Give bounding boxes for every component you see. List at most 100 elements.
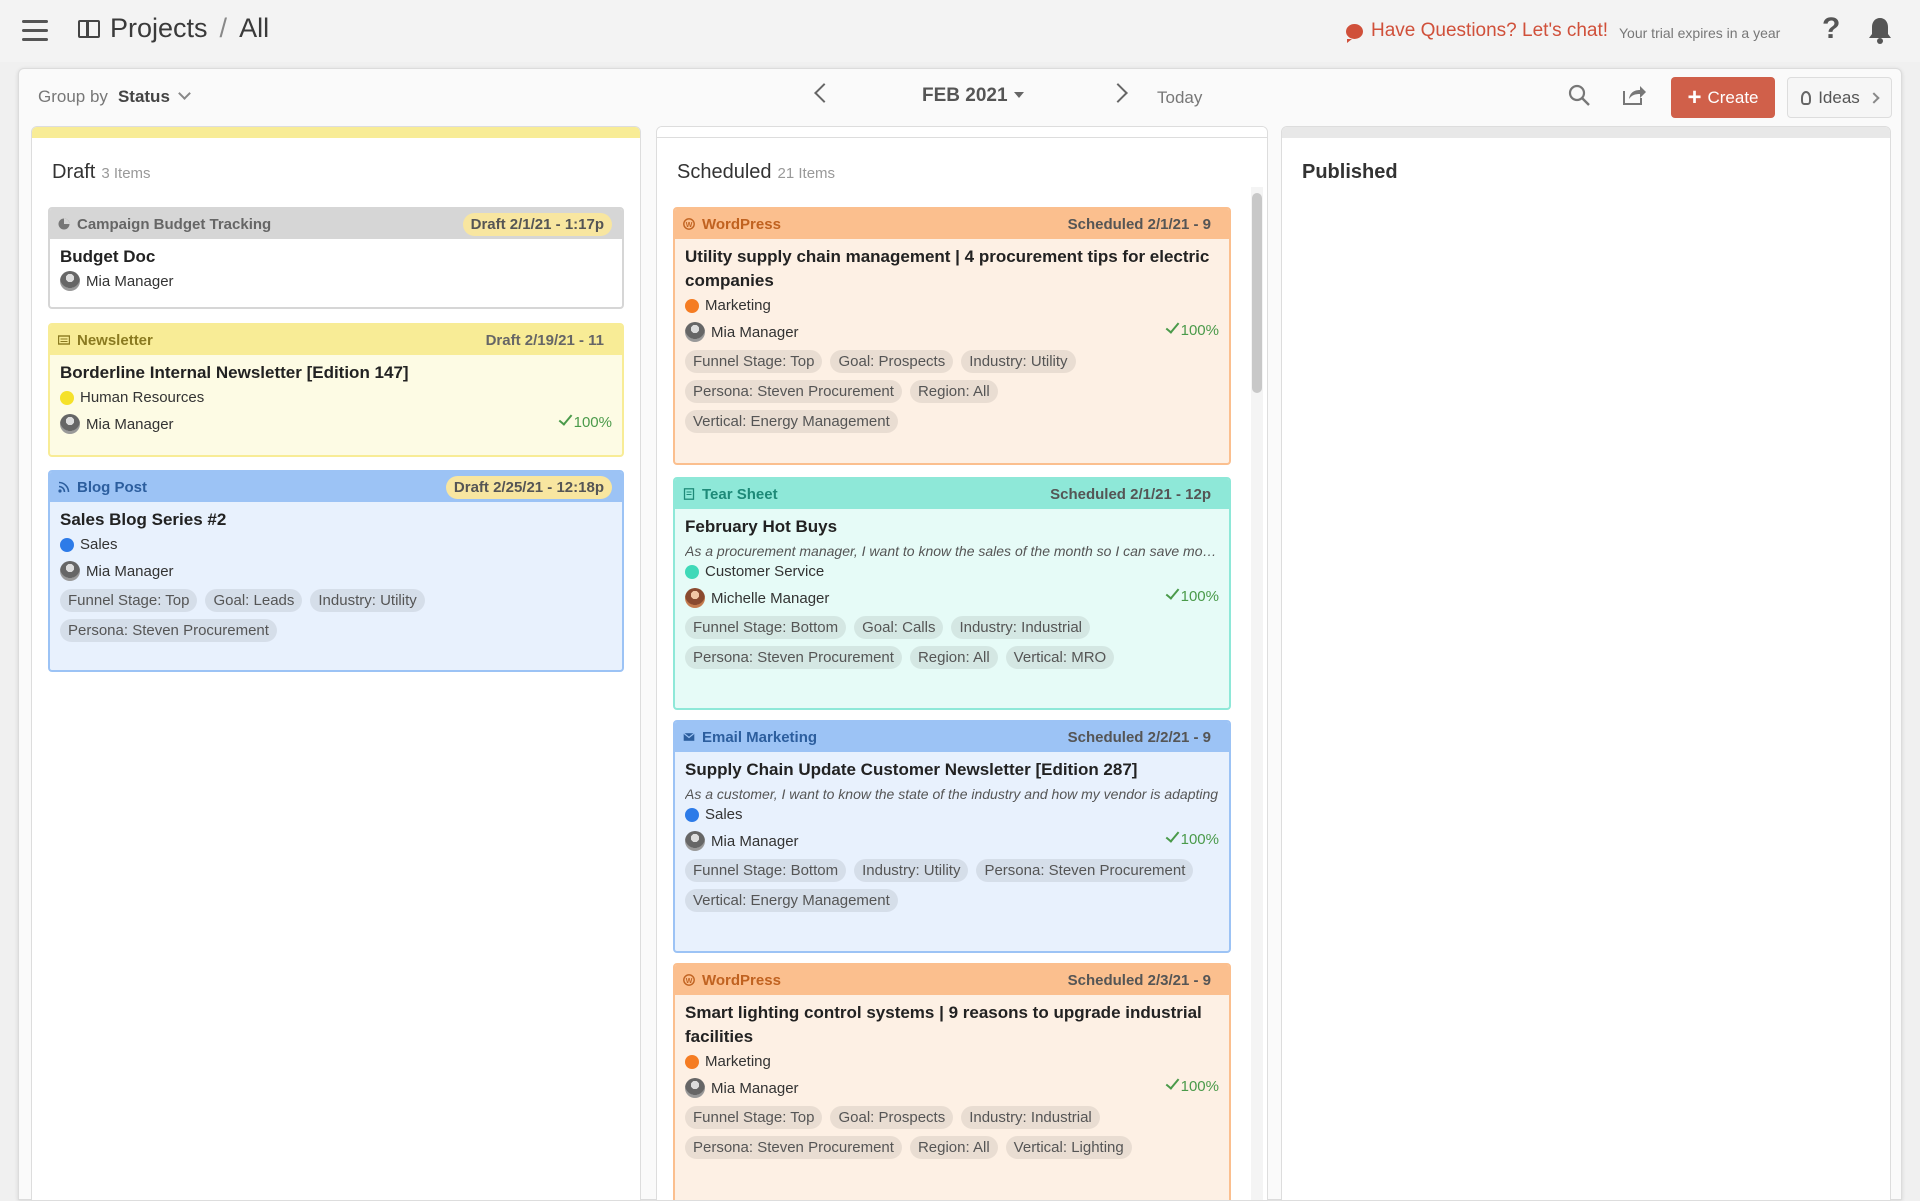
- card-newsletter[interactable]: Newsletter Draft 2/19/21 - 11 Borderline…: [48, 323, 624, 457]
- column-scheduled-title: Scheduled: [677, 161, 772, 183]
- card-type: Newsletter: [77, 331, 153, 349]
- card-title[interactable]: Budget Doc: [60, 245, 612, 269]
- today-button[interactable]: Today: [1157, 88, 1202, 108]
- tag[interactable]: Persona: Steven Procurement: [60, 619, 277, 642]
- envelope-icon: [683, 732, 695, 741]
- chat-bubble-icon: [1346, 23, 1363, 43]
- rss-icon: [58, 481, 70, 493]
- tag[interactable]: Region: All: [909, 1136, 998, 1159]
- panel-icon[interactable]: [78, 19, 100, 38]
- help-icon[interactable]: ?: [1822, 12, 1840, 46]
- breadcrumb-current[interactable]: All: [239, 13, 269, 44]
- search-icon[interactable]: [1567, 83, 1591, 107]
- scrollbar-thumb[interactable]: [1252, 193, 1262, 393]
- card-header: Blog Post Draft 2/25/21 - 12:18p: [50, 472, 622, 502]
- card-owner: Mia Manager 100%: [60, 411, 612, 434]
- card-title[interactable]: Sales Blog Series #2: [60, 508, 612, 532]
- card-title[interactable]: Borderline Internal Newsletter [Edition …: [60, 361, 612, 385]
- card-owner: Mia Manager 100%: [685, 1075, 1219, 1098]
- owner-name: Mia Manager: [86, 272, 174, 290]
- completion-percent: 100%: [573, 414, 612, 431]
- avatar: [685, 1078, 705, 1098]
- tag[interactable]: Goal: Prospects: [830, 350, 954, 373]
- bell-icon[interactable]: [1867, 16, 1893, 44]
- card-title[interactable]: Supply Chain Update Customer Newsletter …: [685, 758, 1219, 782]
- tag[interactable]: Funnel Stage: Top: [685, 1106, 823, 1129]
- card-type: Blog Post: [77, 478, 147, 496]
- checkmark-icon: [558, 411, 572, 426]
- tag[interactable]: Industry: Industrial: [961, 1106, 1100, 1129]
- tag[interactable]: Persona: Steven Procurement: [685, 646, 902, 669]
- tag[interactable]: Funnel Stage: Top: [60, 589, 198, 612]
- tag[interactable]: Vertical: Energy Management: [685, 410, 898, 433]
- card-body: Smart lighting control systems | 9 reaso…: [675, 995, 1229, 1172]
- card-title[interactable]: Smart lighting control systems | 9 reaso…: [685, 1001, 1219, 1049]
- tag[interactable]: Vertical: MRO: [1005, 646, 1115, 669]
- checkmark-icon: [1165, 319, 1179, 334]
- tag[interactable]: Funnel Stage: Bottom: [685, 616, 847, 639]
- breadcrumb: Projects / All: [78, 13, 269, 44]
- card-body: Budget Doc Mia Manager: [50, 239, 622, 297]
- card-department: Marketing: [685, 297, 1219, 314]
- share-icon[interactable]: [1621, 83, 1647, 107]
- checkmark-icon: [1165, 585, 1179, 600]
- tag-list: Funnel Stage: Top Goal: Leads Industry: …: [60, 589, 612, 649]
- chevron-down-icon[interactable]: [178, 87, 191, 100]
- card-owner: Mia Manager 100%: [685, 828, 1219, 851]
- tag[interactable]: Funnel Stage: Bottom: [685, 859, 847, 882]
- card-email-marketing[interactable]: Email Marketing Scheduled 2/2/21 - 9 Sup…: [673, 720, 1231, 953]
- month-selector[interactable]: FEB 2021: [922, 85, 1024, 107]
- column-published-title: Published: [1302, 161, 1398, 183]
- chat-label: Have Questions? Let's chat!: [1371, 20, 1609, 41]
- previous-month-button[interactable]: [814, 83, 834, 103]
- card-wordpress-lighting[interactable]: W WordPress Scheduled 2/3/21 - 9 Smart li…: [673, 963, 1231, 1200]
- chat-link[interactable]: Have Questions? Let's chat!: [1346, 20, 1609, 43]
- card-description: As a procurement manager, I want to know…: [685, 543, 1219, 559]
- tag[interactable]: Funnel Stage: Top: [685, 350, 823, 373]
- group-by-control[interactable]: Group by Status: [38, 87, 191, 107]
- card-body: Borderline Internal Newsletter [Edition …: [50, 355, 622, 440]
- card-wordpress-utility[interactable]: W WordPress Scheduled 2/1/21 - 9 Utility …: [673, 207, 1231, 465]
- card-budget-doc[interactable]: Campaign Budget Tracking Draft 2/1/21 - …: [48, 207, 624, 309]
- tag[interactable]: Region: All: [909, 646, 998, 669]
- card-description: As a customer, I want to know the state …: [685, 786, 1219, 802]
- owner-name: Mia Manager: [711, 323, 799, 341]
- completion-percent: 100%: [1180, 831, 1219, 848]
- tag[interactable]: Persona: Steven Procurement: [976, 859, 1194, 882]
- avatar: [685, 831, 705, 851]
- next-month-button[interactable]: [1108, 83, 1128, 103]
- avatar: [685, 322, 705, 342]
- card-tear-sheet[interactable]: Tear Sheet Scheduled 2/1/21 - 12p Februa…: [673, 477, 1231, 710]
- completion-status: 100%: [1165, 828, 1219, 848]
- toolbar: Group by Status FEB 2021 Today + Create Id…: [19, 69, 1901, 123]
- tag[interactable]: Persona: Steven Procurement: [685, 1136, 902, 1159]
- owner-name: Mia Manager: [711, 832, 799, 850]
- create-button[interactable]: + Create: [1671, 77, 1775, 118]
- wordpress-icon: W: [683, 974, 695, 986]
- card-title[interactable]: Utility supply chain management | 4 proc…: [685, 245, 1219, 293]
- tag[interactable]: Industry: Utility: [310, 589, 425, 612]
- card-title[interactable]: February Hot Buys: [685, 515, 1219, 539]
- card-blog-post[interactable]: Blog Post Draft 2/25/21 - 12:18p Sales B…: [48, 470, 624, 672]
- completion-percent: 100%: [1180, 1078, 1219, 1095]
- tag[interactable]: Vertical: Energy Management: [685, 889, 898, 912]
- tag[interactable]: Industry: Utility: [961, 350, 1076, 373]
- group-by-value[interactable]: Status: [118, 87, 170, 106]
- wordpress-icon: W: [683, 218, 695, 230]
- tag[interactable]: Region: All: [909, 380, 998, 403]
- tag[interactable]: Industry: Industrial: [951, 616, 1091, 639]
- tag[interactable]: Goal: Calls: [854, 616, 944, 639]
- tag[interactable]: Goal: Leads: [205, 589, 303, 612]
- column-title-scheduled: Scheduled 21 Items: [677, 161, 835, 184]
- tag[interactable]: Persona: Steven Procurement: [685, 380, 902, 403]
- tag[interactable]: Vertical: Lighting: [1005, 1136, 1132, 1159]
- tag[interactable]: Industry: Utility: [854, 859, 969, 882]
- breadcrumb-projects[interactable]: Projects: [110, 13, 208, 44]
- tag[interactable]: Goal: Prospects: [830, 1106, 954, 1129]
- ideas-button[interactable]: Ideas: [1787, 77, 1892, 118]
- card-department: Sales: [60, 536, 612, 553]
- menu-icon[interactable]: [22, 20, 48, 42]
- pie-chart-icon: [58, 218, 70, 230]
- column-draft: Draft 3 Items Campaign Budget Tracking Dr…: [31, 126, 641, 1201]
- svg-text:W: W: [686, 978, 693, 985]
